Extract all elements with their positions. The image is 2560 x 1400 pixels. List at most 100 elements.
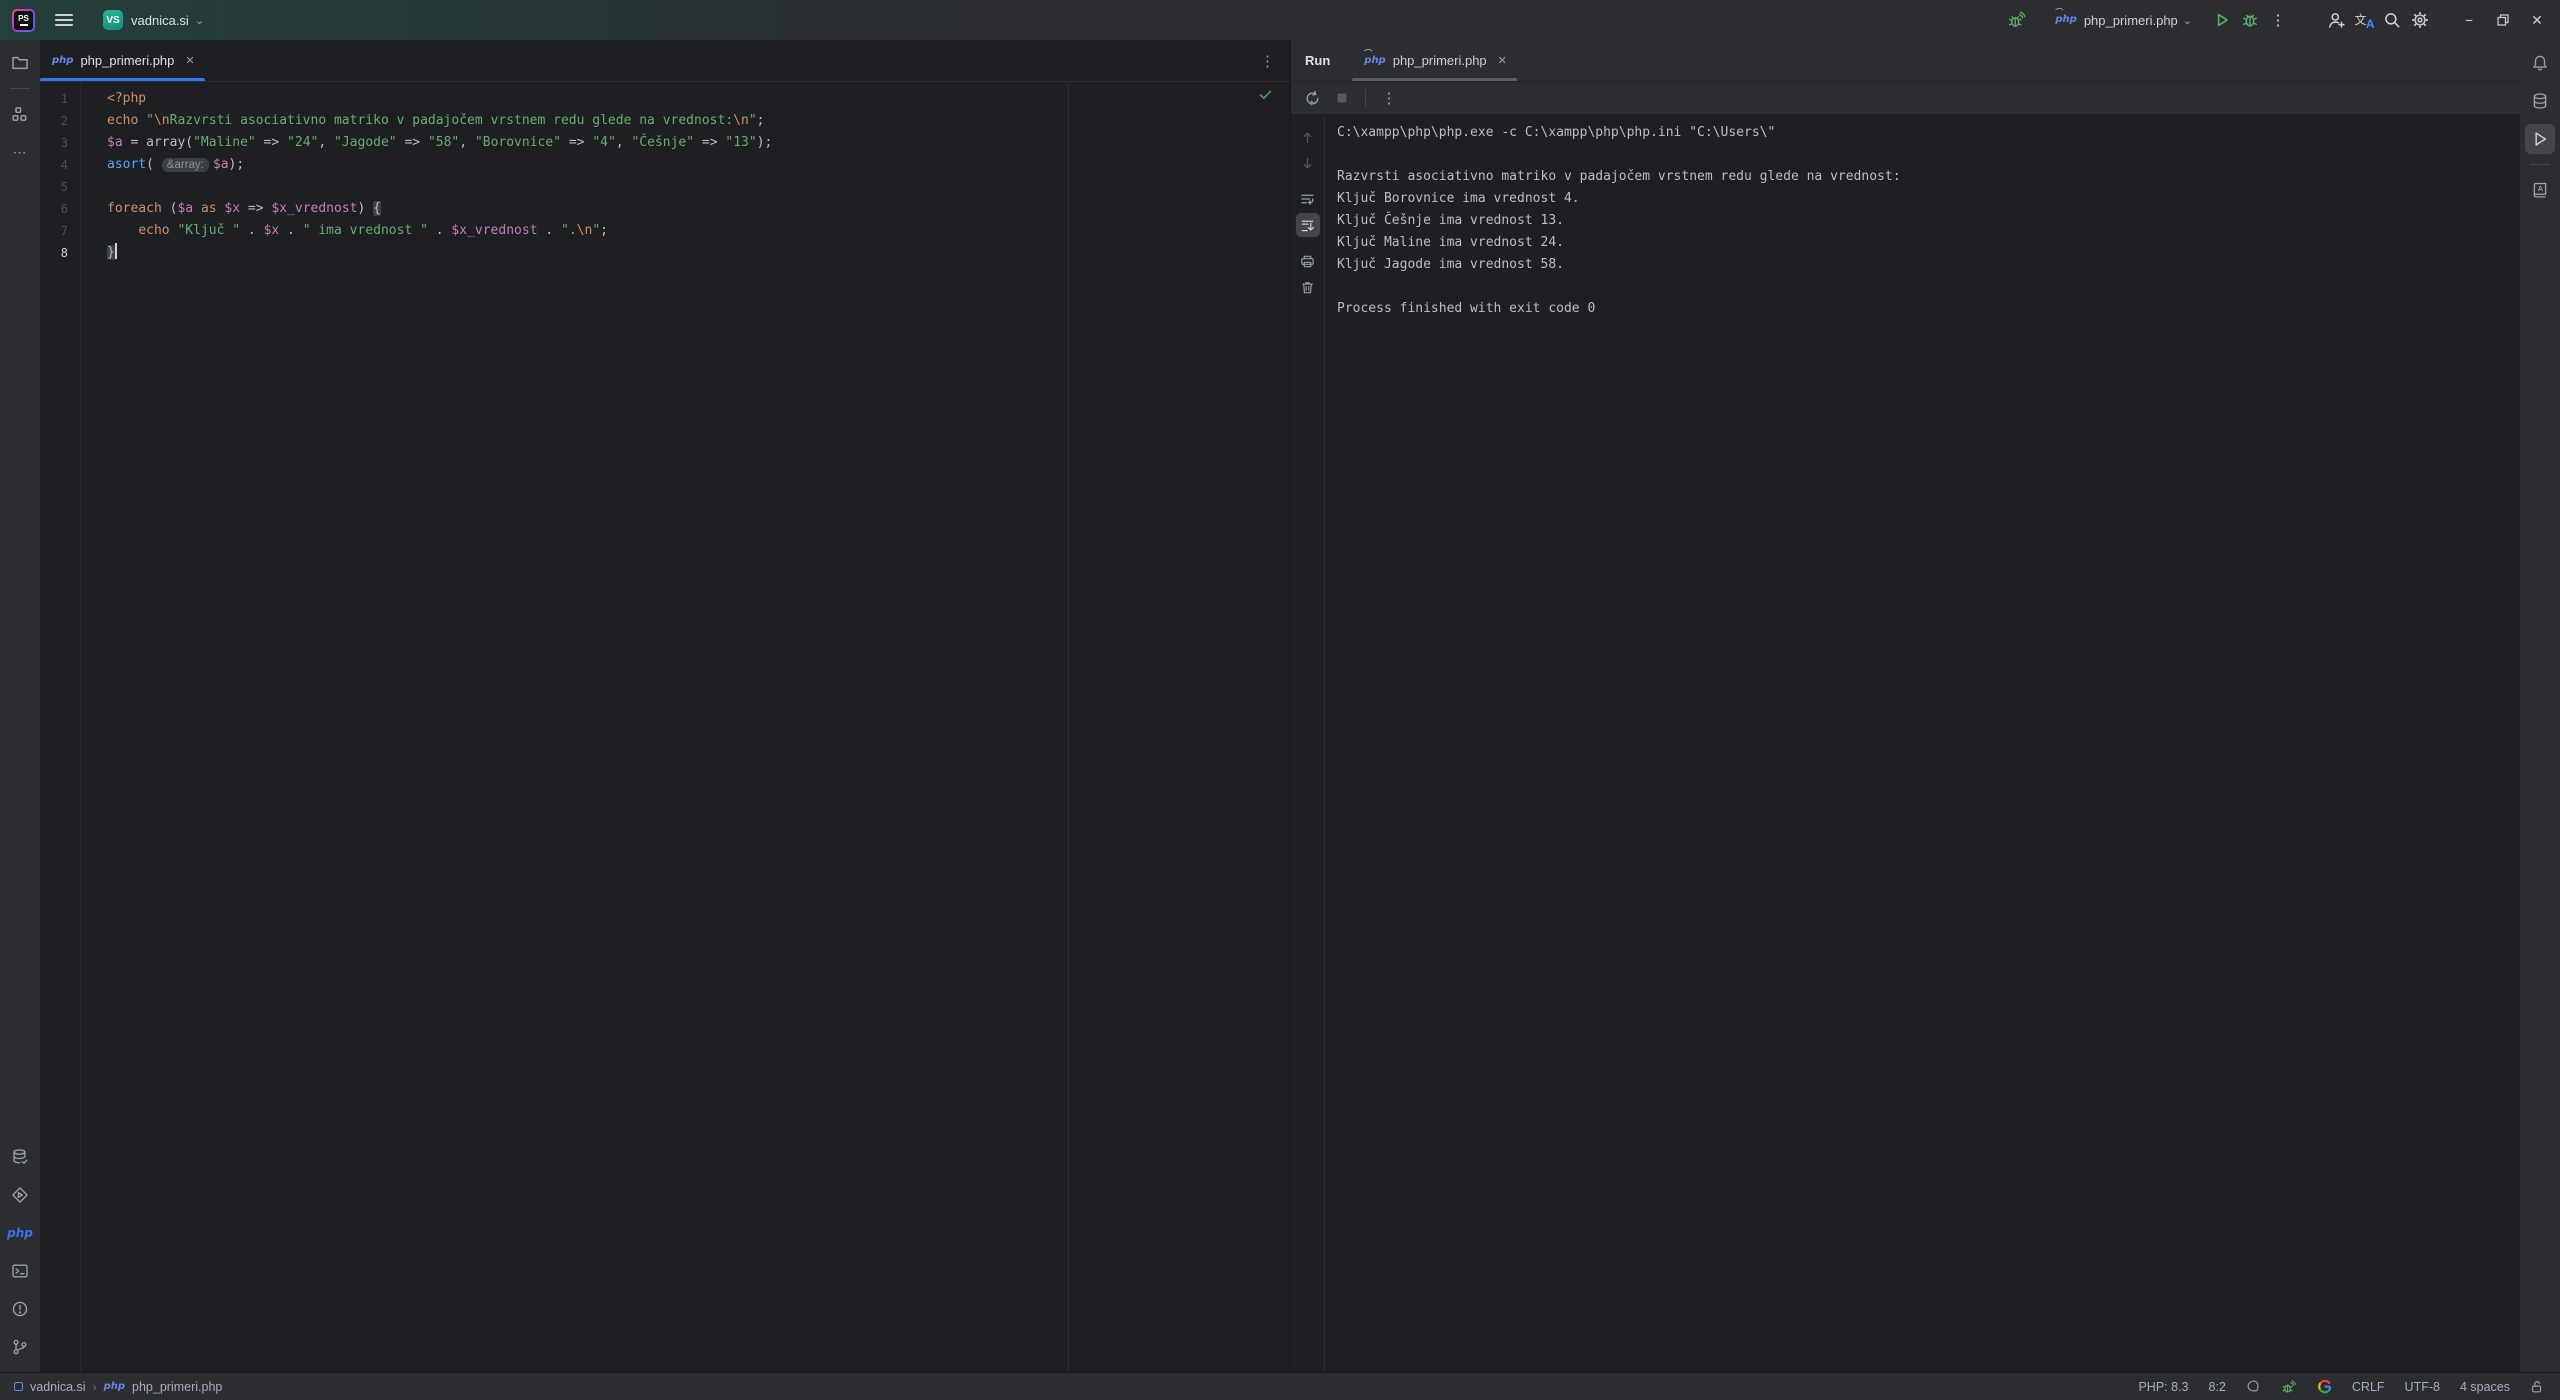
window-minimize-button[interactable]: − <box>2452 5 2486 35</box>
breadcrumb[interactable]: vadnica.si › php php_primeri.php <box>14 1380 222 1394</box>
soft-wrap-icon <box>1300 192 1315 207</box>
check-icon <box>1258 87 1273 102</box>
main-menu-icon[interactable] <box>55 11 73 29</box>
terminal-icon <box>11 1262 29 1280</box>
database-tool-button[interactable] <box>5 1142 35 1172</box>
indent-widget[interactable]: 4 spaces <box>2460 1380 2510 1394</box>
project-selector[interactable]: VS vadnica.si ⌄ <box>95 6 212 34</box>
console-line: Ključ Jagode ima vrednost 58. <box>1337 254 2520 276</box>
code-text: asort( &array:$a); <box>107 154 244 176</box>
code-text: echo "\nRazvrsti asociativno matriko v p… <box>107 110 764 132</box>
code-line[interactable]: 6foreach ($a as $x => $x_vrednost) { <box>40 198 1289 220</box>
console-line <box>1337 144 2520 166</box>
window-restore-button[interactable] <box>2486 5 2520 35</box>
console-line: Ključ Češnje ima vrednost 13. <box>1337 210 2520 232</box>
search-everywhere-button[interactable] <box>2378 6 2406 34</box>
run-tab-close-icon[interactable]: ✕ <box>1498 54 1507 67</box>
notifications-button[interactable] <box>2525 48 2555 78</box>
inspections-widget[interactable] <box>1258 87 1273 102</box>
console-line: Ključ Borovnice ima vrednost 4. <box>1337 188 2520 210</box>
project-tool-button[interactable] <box>5 48 35 78</box>
breadcrumb-project[interactable]: vadnica.si <box>30 1380 86 1394</box>
documentation-tool-button[interactable]: A <box>2525 175 2555 205</box>
tab-close-icon[interactable]: ✕ <box>185 54 194 67</box>
console-line: Process finished with exit code 0 <box>1337 298 2520 320</box>
print-button[interactable] <box>1296 249 1320 273</box>
code-with-me-button[interactable] <box>2322 6 2350 34</box>
code-line[interactable]: 8} <box>40 242 1289 264</box>
run-button[interactable] <box>2208 6 2236 34</box>
phpstorm-logo-inner: PS <box>14 11 33 30</box>
editor-tab-php-primeri[interactable]: php php_primeri.php ✕ <box>40 40 205 81</box>
problems-tool-button[interactable] <box>5 1294 35 1324</box>
caret-position-widget[interactable]: 8:2 <box>2209 1380 2226 1394</box>
code-line[interactable]: 7 echo "Ključ " . $x . " ima vrednost " … <box>40 220 1289 242</box>
settings-button[interactable] <box>2406 6 2434 34</box>
run-tab-php-primeri[interactable]: php php_primeri.php ✕ <box>1352 40 1517 81</box>
code-lines: 1 <?php2echo "\nRazvrsti asociativno matr… <box>40 88 1289 264</box>
google-translate-widget[interactable] <box>2317 1379 2332 1394</box>
debug-button[interactable] <box>2236 6 2264 34</box>
more-actions-button[interactable]: ⋮ <box>2264 6 2292 34</box>
run-tab-label: php_primeri.php <box>1393 53 1487 68</box>
run-tool-window-button[interactable] <box>2525 124 2555 154</box>
code-text: <?php <box>107 88 146 110</box>
inspection-pick-icon <box>2246 1379 2261 1394</box>
run-more-options-button[interactable]: ⋮ <box>1376 85 1402 111</box>
bug-icon <box>2241 11 2259 29</box>
tab-options-button[interactable]: ⋮ <box>1260 40 1275 81</box>
code-line[interactable]: 1 <?php <box>40 88 1289 110</box>
database-right-tool-button[interactable] <box>2525 86 2555 116</box>
code-line[interactable]: 4asort( &array:$a); <box>40 154 1289 176</box>
read-only-toggle[interactable] <box>2530 1380 2544 1394</box>
unlocked-padlock-icon <box>2530 1380 2544 1394</box>
trash-icon <box>1300 280 1315 295</box>
clear-console-button[interactable] <box>1296 275 1320 299</box>
structure-tool-button[interactable] <box>5 99 35 129</box>
console-area: C:\xampp\php\php.exe -c C:\xampp\php\php… <box>1291 116 2520 1372</box>
xdebug-status-widget[interactable] <box>2281 1379 2297 1395</box>
highlighting-level-widget[interactable] <box>2246 1379 2261 1394</box>
console-line: Ključ Maline ima vrednost 24. <box>1337 232 2520 254</box>
module-icon <box>14 1382 23 1391</box>
encoding-widget[interactable]: UTF-8 <box>2405 1380 2440 1394</box>
code-editor[interactable]: 1 <?php2echo "\nRazvrsti asociativno matr… <box>40 83 1289 1372</box>
terminal-tool-button[interactable] <box>5 1256 35 1286</box>
line-separator-widget[interactable]: CRLF <box>2352 1380 2385 1394</box>
soft-wrap-button[interactable] <box>1296 187 1320 211</box>
code-text: $a = array("Maline" => "24", "Jagode" =>… <box>107 132 772 154</box>
console-output[interactable]: C:\xampp\php\php.exe -c C:\xampp\php\php… <box>1325 116 2520 1372</box>
services-tool-button[interactable] <box>5 1180 35 1210</box>
next-occurrence-button[interactable] <box>1296 151 1320 175</box>
code-line[interactable]: 5 <box>40 176 1289 198</box>
minimize-icon: − <box>2465 12 2473 28</box>
code-text: } <box>107 242 117 264</box>
stop-button[interactable] <box>1329 85 1355 111</box>
breadcrumb-file[interactable]: php_primeri.php <box>132 1380 222 1394</box>
phpstorm-logo-icon[interactable]: PS <box>12 9 35 32</box>
code-line[interactable]: 2echo "\nRazvrsti asociativno matriko v … <box>40 110 1289 132</box>
title-bar: PS VS vadnica.si ⌄ php php_primeri.php ⌄ <box>0 0 2560 40</box>
prev-occurrence-button[interactable] <box>1296 125 1320 149</box>
line-number: 3 <box>40 132 68 154</box>
php-version-widget[interactable]: PHP: 8.3 <box>2138 1380 2188 1394</box>
php-tool-button[interactable]: php <box>5 1218 35 1248</box>
console-line: Razvrsti asociativno matriko v padajočem… <box>1337 166 2520 188</box>
stripe-divider <box>10 88 30 89</box>
run-configuration-selector[interactable]: php php_primeri.php ⌄ <box>2049 9 2198 32</box>
code-line[interactable]: 3 $a = array("Maline" => "24", "Jagode" =… <box>40 132 1289 154</box>
more-tool-windows-button[interactable]: ⋯ <box>5 137 35 167</box>
rerun-button[interactable] <box>1299 85 1325 111</box>
translate-button[interactable]: 文 A <box>2350 6 2378 34</box>
line-number: 1 <box>40 88 68 110</box>
run-configuration-name: php_primeri.php <box>2084 13 2178 28</box>
editor-pane: php php_primeri.php ✕ ⋮ 1 <?php2echo "\nR… <box>40 40 1289 1372</box>
version-control-tool-button[interactable] <box>5 1332 35 1362</box>
console-toolbar <box>1291 116 1325 1372</box>
scroll-to-end-button[interactable] <box>1296 213 1320 237</box>
bell-icon <box>2531 54 2549 72</box>
window-close-button[interactable]: ✕ <box>2520 5 2554 35</box>
debug-listener-button[interactable] <box>2003 6 2031 34</box>
add-user-icon <box>2327 11 2346 30</box>
parameter-hint: &array: <box>162 158 209 172</box>
